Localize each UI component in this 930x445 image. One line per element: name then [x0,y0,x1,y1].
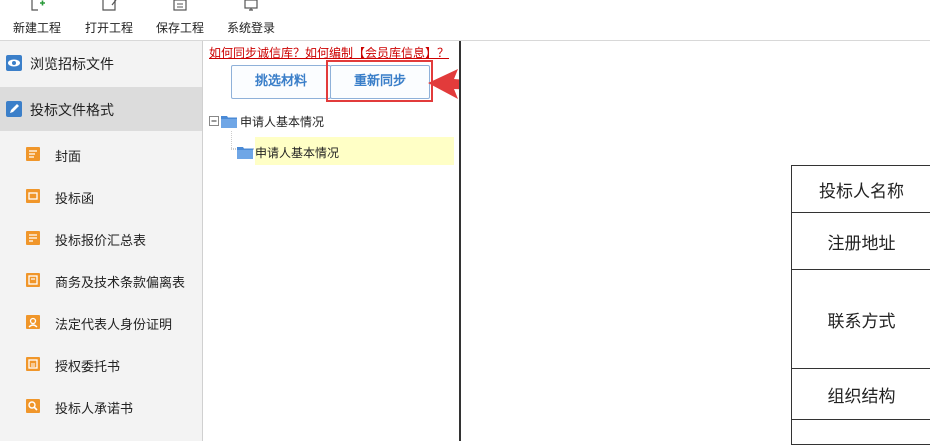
id-doc-icon [25,314,41,330]
table-row: 投标人名称 [792,166,930,213]
sidebar-item-label: 投标文件格式 [30,100,114,120]
folder-icon [221,114,237,128]
login-button[interactable]: 系统登录 [224,0,278,40]
bidder-info-table: 投标人名称 注册地址 联系方式 组织结构 [791,165,930,445]
save-project-button[interactable]: 保存工程 [153,0,207,40]
annotation-highlight-box [326,60,433,102]
letter-doc-icon [25,188,41,204]
sidebar-item-bid-letter[interactable]: 投标函 [0,175,202,217]
login-monitor-icon [242,0,260,12]
material-panel: 如何同步诚信库？如何编制【会员库信息】？ 挑选材料 重新同步 申请人基本情况 申… [203,41,457,441]
new-project-button[interactable]: 新建工程 [10,0,64,40]
table-row: 注册地址 [792,213,930,270]
open-project-label: 打开工程 [82,19,136,36]
eye-icon [6,55,22,71]
help-link[interactable]: 如何同步诚信库？如何编制【会员库信息】？ [209,44,449,61]
table-row: 组织结构 [792,369,930,420]
table-cell: 组织结构 [792,369,930,420]
sidebar: 浏览招标文件 投标文件格式 封面 投标函 投标报价汇总表 [0,41,203,441]
open-project-icon [100,0,118,12]
tree-root-label: 申请人基本情况 [240,113,324,130]
search-doc-icon [25,398,41,414]
sidebar-item-cover[interactable]: 封面 [0,133,202,175]
cover-doc-icon [25,146,41,162]
sidebar-item-label: 法定代表人身份证明 [55,314,172,333]
table-cell: 联系方式 [792,270,930,369]
sidebar-item-legal-rep-id[interactable]: 法定代表人身份证明 [0,301,202,343]
folder-icon [237,145,253,159]
sidebar-item-label: 授权委托书 [55,356,120,375]
table-cell: 注册地址 [792,213,930,270]
save-project-label: 保存工程 [153,19,207,36]
document-preview: 投标人名称 注册地址 联系方式 组织结构 [459,41,930,441]
new-project-label: 新建工程 [10,19,64,36]
open-project-button[interactable]: 打开工程 [82,0,136,40]
toolbar: 新建工程 打开工程 保存工程 系统登录 [0,0,930,41]
table-cell: 投标人名称 [792,166,930,213]
sidebar-item-price-summary[interactable]: 投标报价汇总表 [0,217,202,259]
login-label: 系统登录 [224,19,278,36]
save-project-icon [171,0,189,12]
sidebar-item-label: 商务及技术条款偏离表 [55,272,185,291]
table-row: 联系方式 [792,270,930,369]
authorization-doc-icon [25,356,41,372]
sidebar-item-authorization[interactable]: 授权委托书 [0,343,202,385]
sidebar-item-browse-tender[interactable]: 浏览招标文件 [0,41,202,85]
sidebar-item-label: 封面 [55,146,81,165]
sidebar-item-label: 投标人承诺书 [55,398,133,417]
tree-child-item[interactable]: 申请人基本情况 [255,137,454,165]
price-doc-icon [25,230,41,246]
pencil-icon [6,101,22,117]
sidebar-item-label: 投标报价汇总表 [55,230,146,249]
select-material-button[interactable]: 挑选材料 [231,65,331,99]
sidebar-item-commitment[interactable]: 投标人承诺书 [0,385,202,427]
terms-doc-icon [25,272,41,288]
sidebar-item-deviation-table[interactable]: 商务及技术条款偏离表 [0,259,202,301]
new-project-icon [28,0,46,12]
sidebar-item-bid-format[interactable]: 投标文件格式 [0,87,202,131]
sidebar-item-label: 投标函 [55,188,94,207]
collapse-icon[interactable] [209,116,219,126]
tree-child-label: 申请人基本情况 [255,144,339,161]
sidebar-item-label: 浏览招标文件 [30,54,114,74]
